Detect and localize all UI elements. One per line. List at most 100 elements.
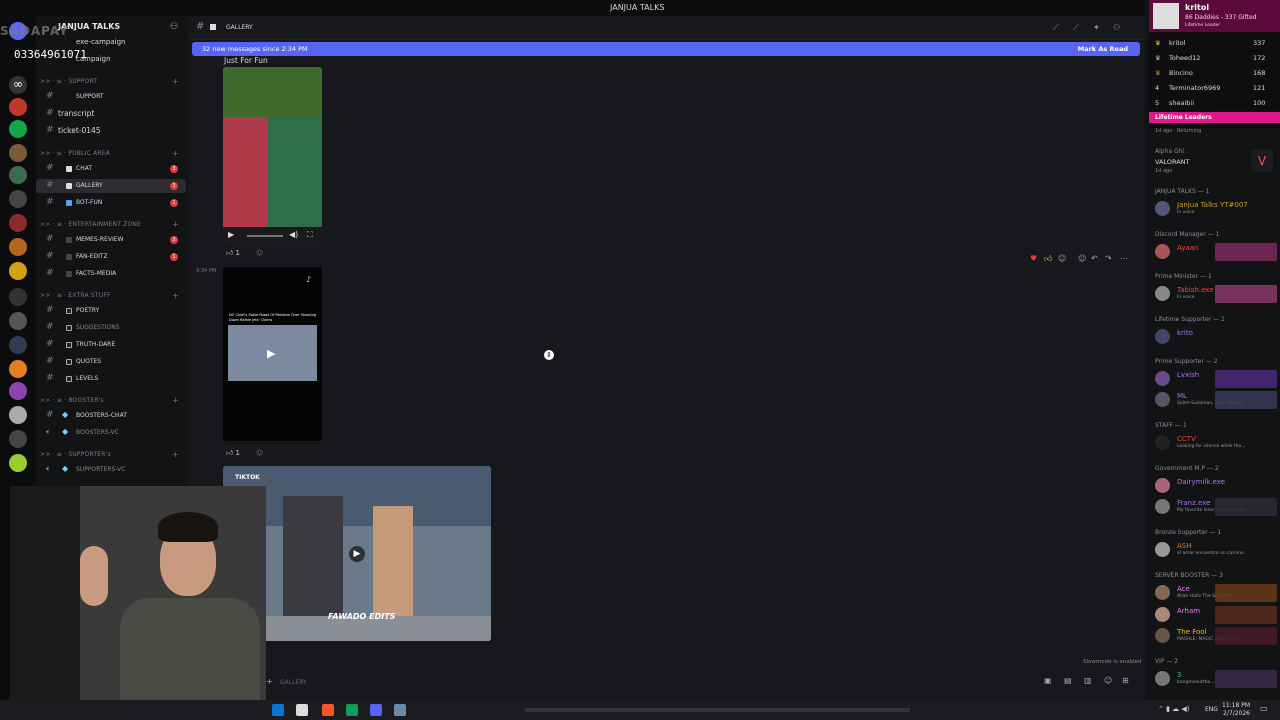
category-boosters[interactable]: >> · ≡ · BOOSTER's +	[40, 396, 179, 405]
channel-truth-dare[interactable]: # TRUTH-DARE	[36, 338, 186, 352]
channel-transcript[interactable]: # transcript	[36, 107, 186, 121]
video-attachment[interactable]: ▶ ◀) ⛶	[223, 67, 322, 244]
add-channel-icon[interactable]: +	[172, 396, 179, 405]
channel-suggestions[interactable]: # SUGGESTIONS	[36, 321, 186, 335]
channel-levels[interactable]: # LEVELS	[36, 372, 186, 386]
mute-icon[interactable]: ⟋	[1073, 23, 1083, 33]
member-row[interactable]: Franz.exe My favorite loser is me, becau.…	[1153, 498, 1277, 516]
threads-icon[interactable]: ⟋	[1053, 23, 1063, 33]
channel-quotes[interactable]: # QUOTES	[36, 355, 186, 369]
infinity-server-icon[interactable]: ∞	[9, 76, 27, 94]
language-indicator[interactable]: ENG	[1205, 706, 1218, 713]
fullscreen-icon[interactable]: ⛶	[307, 230, 313, 240]
member-row[interactable]: ASH el amor encuentra un camino	[1153, 541, 1277, 559]
category-supporters[interactable]: >> · ≡ · SUPPORTER's +	[40, 450, 179, 459]
clock[interactable]: 11:18 PM 2/7/2026	[1222, 702, 1250, 718]
play-icon[interactable]: ▶	[267, 347, 275, 360]
server-icon[interactable]	[9, 382, 27, 400]
server-icon[interactable]	[9, 288, 27, 306]
member-row[interactable]: Arham	[1153, 606, 1277, 624]
server-icon[interactable]	[9, 312, 27, 330]
member-row[interactable]: ML Salim-Sulaiman, Sonu Nigam	[1153, 391, 1277, 409]
apps-icon[interactable]: ⊞	[1122, 676, 1129, 685]
server-icon[interactable]	[9, 214, 27, 232]
notifications-icon[interactable]: ▭	[1260, 704, 1268, 713]
heart-icon[interactable]: ♥	[1030, 254, 1037, 263]
server-icon[interactable]	[9, 406, 27, 424]
server-icon[interactable]	[9, 120, 27, 138]
channel-facts-media[interactable]: # FACTS-MEDIA	[36, 267, 186, 281]
video-attachment[interactable]: ♪ IAF Chief's Stoke Roast Of Pakistan Ov…	[223, 267, 322, 441]
member-row[interactable]: Lvxish	[1153, 370, 1277, 388]
more-icon[interactable]: ⋯	[1120, 254, 1128, 263]
channel-gallery[interactable]: # GALLERY 3	[36, 179, 186, 193]
reaction-thumbs-up[interactable]: 👍︎ 1	[226, 448, 240, 460]
new-messages-bar[interactable]: 32 new messages since 2:34 PM Mark As Re…	[192, 42, 1140, 56]
member-row[interactable]: 3 bangmeoutthe...	[1153, 670, 1277, 688]
member-row[interactable]: Ayaan	[1153, 243, 1277, 261]
category-entertainment[interactable]: >> · ≡ · ENTERTAINMENT ZONE +	[40, 220, 179, 229]
channel-bot-fun[interactable]: # BOT-FUN 1	[36, 196, 186, 210]
brave-icon[interactable]	[322, 704, 334, 716]
server-icon[interactable]	[9, 144, 27, 162]
edge-icon[interactable]	[346, 704, 358, 716]
members-icon[interactable]: ⚇	[1113, 23, 1123, 33]
server-icon[interactable]	[9, 238, 27, 256]
channel-boosters-vc[interactable]: 🔈︎ ◆ BOOSTERS-VC	[36, 426, 186, 440]
files-icon[interactable]	[296, 704, 308, 716]
category-support[interactable]: >> · ≡ · SUPPORT +	[40, 77, 179, 86]
app-icon[interactable]	[394, 704, 406, 716]
channel-poetry[interactable]: # POETRY	[36, 304, 186, 318]
emoji-icon[interactable]: ☺	[1104, 676, 1112, 685]
add-channel-icon[interactable]: +	[172, 450, 179, 459]
add-reaction-icon[interactable]: ☺	[1078, 254, 1086, 263]
category-public-area[interactable]: >> · ≡ · PUBLIC AREA +	[40, 149, 179, 158]
server-icon[interactable]	[9, 262, 27, 280]
mail-icon[interactable]	[272, 704, 284, 716]
server-icon[interactable]	[9, 98, 27, 116]
play-icon[interactable]: ▶	[228, 230, 234, 239]
gif-icon[interactable]: ▤	[1064, 676, 1072, 685]
sticker-icon[interactable]: ▥	[1084, 676, 1092, 685]
reply-icon[interactable]: ↶	[1091, 254, 1098, 263]
server-icon[interactable]	[9, 166, 27, 184]
channel-supporters-vc[interactable]: 🔈︎ ◆ SUPPORTERS-VC	[36, 463, 186, 477]
reaction-thumbs-up[interactable]: 👍︎ 1	[226, 248, 240, 260]
play-icon[interactable]: ▶	[349, 546, 365, 562]
channel-ticket[interactable]: # ticket-0145	[36, 124, 186, 138]
volume-icon[interactable]: ◀)	[289, 230, 298, 239]
add-channel-icon[interactable]: +	[172, 149, 179, 158]
discord-icon[interactable]	[370, 704, 382, 716]
channel-fan-editz[interactable]: # FAN-EDITZ 1	[36, 250, 186, 264]
member-row[interactable]: Dairymilk.exe	[1153, 477, 1277, 495]
add-reaction-icon[interactable]: ☺	[256, 449, 263, 457]
add-reaction-icon[interactable]: ☺	[256, 249, 263, 257]
channel-chat[interactable]: # CHAT 3	[36, 162, 186, 176]
member-row[interactable]: Ace Allah Hafiz The Sun Ain't...	[1153, 584, 1277, 602]
member-row[interactable]: Tabish.exe In voice	[1153, 285, 1277, 303]
add-channel-icon[interactable]: +	[172, 291, 179, 300]
server-icon[interactable]	[9, 190, 27, 208]
member-row[interactable]: CCTV Looking for silence while the...	[1153, 434, 1277, 452]
add-channel-icon[interactable]: +	[172, 220, 179, 229]
member-row[interactable]: krito	[1153, 328, 1277, 346]
server-icon[interactable]	[9, 454, 27, 472]
thumbs-up-icon[interactable]: 👍︎	[1044, 254, 1052, 264]
message-composer[interactable]: + GALLERY ▣ ▤ ▥ ☺ ⊞	[262, 672, 1137, 692]
pin-icon[interactable]: ✦	[1093, 23, 1103, 33]
server-icon[interactable]	[9, 360, 27, 378]
server-icon[interactable]	[9, 336, 27, 354]
category-extra-stuff[interactable]: >> · ≡ · EXTRA STUFF +	[40, 291, 179, 300]
member-row[interactable]: Janjua Talks YT#007 In voice	[1153, 200, 1277, 218]
channel-boosters-chat[interactable]: # ◆ BOOSTERS-CHAT	[36, 409, 186, 423]
member-row[interactable]: The Fool MASHLE: MAGIC AND MUSC...	[1153, 627, 1277, 645]
add-channel-icon[interactable]: +	[172, 77, 179, 86]
forward-icon[interactable]: ↷	[1105, 254, 1112, 263]
mark-as-read-button[interactable]: Mark As Read	[1078, 45, 1128, 53]
react-icon[interactable]: ☺	[1058, 254, 1066, 263]
add-attachment-icon[interactable]: +	[266, 677, 273, 686]
video-progress[interactable]	[247, 235, 283, 237]
gift-icon[interactable]: ▣	[1044, 676, 1052, 685]
tray-icons[interactable]: ⌃ ▮ ☁ ◀)	[1158, 705, 1190, 713]
channel-memes-review[interactable]: # MEMES-REVIEW 3	[36, 233, 186, 247]
